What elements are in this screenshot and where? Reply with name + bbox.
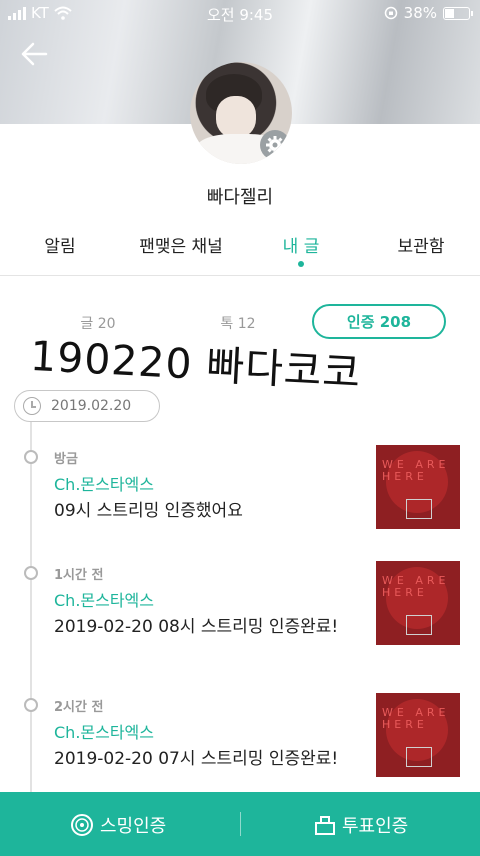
back-arrow-icon xyxy=(21,42,48,66)
entry-text: 2019-02-20 07시 스트리밍 인증완료! xyxy=(54,749,339,769)
tab-my-posts[interactable]: 내 글 xyxy=(283,232,320,257)
entry-channel[interactable]: Ch.몬스타엑스 xyxy=(54,587,154,611)
entry-thumbnail[interactable]: WE ARE HERE xyxy=(376,561,460,645)
clock-icon xyxy=(23,397,41,415)
battery-percent: 38% xyxy=(403,4,437,22)
streaming-verify-button[interactable]: 스밍인증 xyxy=(70,810,166,840)
entry-channel[interactable]: Ch.몬스타엑스 xyxy=(54,471,154,495)
entry-thumbnail[interactable]: WE ARE HERE xyxy=(376,445,460,529)
timeline-entry[interactable]: 방금 Ch.몬스타엑스 09시 스트리밍 인증했어요 WE ARE HERE xyxy=(0,445,480,536)
streaming-verify-label: 스밍인증 xyxy=(100,816,167,837)
entry-time: 방금 xyxy=(54,452,78,467)
thumbnail-lettering: WE ARE HERE xyxy=(382,574,450,599)
entry-time: 2시간 전 xyxy=(54,700,104,715)
thumbnail-lettering: WE ARE HERE xyxy=(382,458,450,483)
orientation-lock-icon xyxy=(384,6,397,20)
entry-text: 2019-02-20 08시 스트리밍 인증완료! xyxy=(54,617,339,637)
entry-time: 1시간 전 xyxy=(54,568,104,583)
entry-text: 09시 스트리밍 인증했어요 xyxy=(54,501,243,521)
timeline-entry[interactable]: 2시간 전 Ch.몬스타엑스 2019-02-20 07시 스트리밍 인증완료!… xyxy=(0,693,480,792)
tab-saved[interactable]: 보관함 xyxy=(398,232,445,257)
status-bar-right: 38% xyxy=(384,4,473,22)
status-bar: KT 오전 9:45 38% xyxy=(0,0,480,26)
profile-avatar[interactable] xyxy=(190,62,292,164)
disc-icon xyxy=(71,814,93,836)
timeline-entry[interactable]: 1시간 전 Ch.몬스타엑스 2019-02-20 08시 스트리밍 인증완료!… xyxy=(0,561,480,672)
back-button[interactable] xyxy=(18,38,50,70)
tab-fan-channels[interactable]: 팬맺은 채널 xyxy=(139,232,223,257)
battery-icon xyxy=(443,6,473,20)
profile-tabs: 알림 팬맺은 채널 내 글 보관함 xyxy=(0,230,480,276)
bottom-bar-divider xyxy=(240,812,241,836)
thumbnail-lettering: WE ARE HERE xyxy=(382,706,450,731)
bottom-action-bar: 스밍인증 투표인증 xyxy=(0,792,480,856)
entry-thumbnail[interactable]: WE ARE HERE xyxy=(376,693,460,777)
timeline-node xyxy=(24,698,38,712)
timeline-node xyxy=(24,566,38,580)
entry-channel[interactable]: Ch.몬스타엑스 xyxy=(54,719,154,743)
timeline-node xyxy=(24,450,38,464)
filter-verifications[interactable]: 인증 208 xyxy=(312,304,446,339)
settings-gear-icon[interactable] xyxy=(260,130,290,160)
timeline-date-badge: 2019.02.20 xyxy=(14,390,160,422)
vote-verify-button[interactable]: 투표인증 xyxy=(314,810,408,840)
vote-verify-label: 투표인증 xyxy=(342,816,409,837)
filter-talks[interactable]: 톡 12 xyxy=(220,313,255,333)
profile-nickname: 빠다젤리 xyxy=(206,187,274,208)
ballot-box-icon xyxy=(315,816,335,835)
active-tab-indicator xyxy=(298,261,304,267)
timeline-date: 2019.02.20 xyxy=(51,398,132,414)
tab-notifications[interactable]: 알림 xyxy=(44,232,75,257)
